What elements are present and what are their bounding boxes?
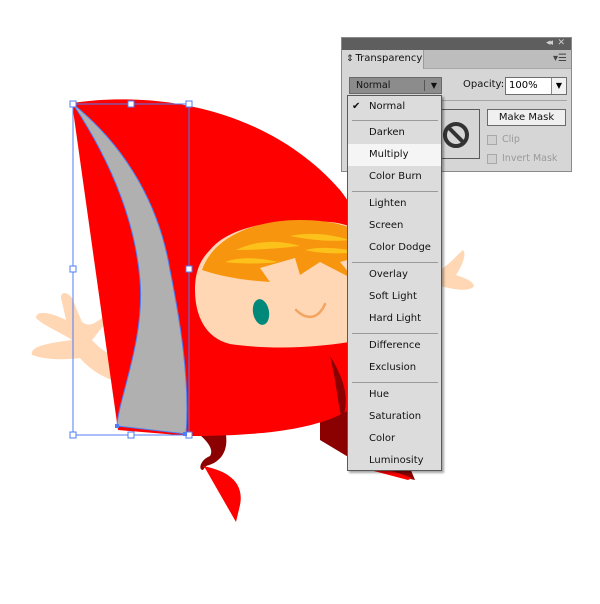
menu-item-color-burn[interactable]: Color Burn (348, 166, 441, 188)
menu-item-lighten[interactable]: Lighten (348, 193, 441, 215)
panel-tab-row: ⇕ Transparency ▾☰ (342, 50, 571, 69)
menu-item-hard-light[interactable]: Hard Light (348, 308, 441, 330)
tab-transparency[interactable]: ⇕ Transparency (342, 50, 424, 69)
blend-mode-menu: ✔ Normal Darken Multiply Color Burn Ligh… (347, 95, 442, 471)
anchor-point (115, 424, 119, 428)
clip-checkbox[interactable] (487, 135, 497, 145)
handle-bottom-left (69, 431, 77, 439)
updown-arrows-icon: ⇕ (346, 54, 354, 64)
handle-middle-right (185, 265, 193, 273)
blend-mode-value: Normal (356, 80, 391, 91)
handle-top-left (69, 100, 77, 108)
handle-top-center (127, 100, 135, 108)
checkmark-icon: ✔ (352, 101, 361, 112)
menu-item-soft-light[interactable]: Soft Light (348, 286, 441, 308)
handle-bottom-center (127, 431, 135, 439)
anchor-point (183, 432, 187, 436)
handle-top-right (185, 100, 193, 108)
menu-separator (352, 120, 438, 121)
menu-item-label: Hue (369, 389, 390, 400)
select-separator (424, 80, 425, 91)
blend-mode-select[interactable]: Normal ▼ (349, 77, 442, 94)
menu-item-label: Lighten (369, 198, 407, 209)
menu-item-screen[interactable]: Screen (348, 215, 441, 237)
menu-item-label: Darken (369, 127, 405, 138)
menu-item-label: Hard Light (369, 313, 422, 324)
menu-item-label: Color Burn (369, 171, 422, 182)
menu-item-darken[interactable]: Darken (348, 122, 441, 144)
menu-item-label: Screen (369, 220, 404, 231)
collapse-panel-icon[interactable]: ◂◂ (546, 37, 553, 49)
menu-separator (352, 382, 438, 383)
menu-item-label: Soft Light (369, 291, 417, 302)
menu-item-overlay[interactable]: Overlay (348, 264, 441, 286)
invert-mask-label: Invert Mask (502, 153, 558, 164)
opacity-label: Opacity: (463, 79, 505, 90)
panel-menu-icon[interactable]: ▾☰ (553, 51, 567, 67)
menu-item-label: Exclusion (369, 362, 417, 373)
close-panel-icon[interactable]: ✕ (557, 37, 565, 49)
menu-item-difference[interactable]: Difference (348, 335, 441, 357)
menu-item-color[interactable]: Color (348, 428, 441, 450)
no-mask-icon (443, 122, 469, 148)
clip-label: Clip (502, 134, 520, 145)
panel-titlebar[interactable]: ◂◂ ✕ (342, 38, 571, 50)
menu-item-exclusion[interactable]: Exclusion (348, 357, 441, 379)
opacity-value: 100% (509, 80, 538, 91)
right-hand (440, 250, 474, 290)
menu-item-label: Color (369, 433, 396, 444)
chevron-down-icon: ▼ (430, 81, 437, 90)
menu-item-saturation[interactable]: Saturation (348, 406, 441, 428)
menu-separator (352, 333, 438, 334)
menu-item-multiply[interactable]: Multiply (348, 144, 441, 166)
make-mask-button[interactable]: Make Mask (487, 109, 566, 126)
menu-separator (352, 191, 438, 192)
handle-middle-left (69, 265, 77, 273)
menu-item-label: Color Dodge (369, 242, 431, 253)
menu-separator (352, 262, 438, 263)
menu-item-label: Luminosity (369, 455, 424, 466)
menu-item-hue[interactable]: Hue (348, 384, 441, 406)
menu-item-label: Difference (369, 340, 421, 351)
menu-item-luminosity[interactable]: Luminosity (348, 450, 441, 472)
opacity-input[interactable]: 100% ▼ (505, 77, 567, 95)
menu-item-label: Overlay (369, 269, 408, 280)
menu-item-label: Multiply (369, 149, 409, 160)
invert-mask-checkbox[interactable] (487, 154, 497, 164)
menu-item-label: Normal (369, 101, 406, 112)
menu-item-color-dodge[interactable]: Color Dodge (348, 237, 441, 259)
tab-label: Transparency (355, 53, 423, 64)
opacity-dropdown-icon[interactable]: ▼ (551, 78, 566, 94)
mask-thumbnail[interactable] (438, 109, 480, 159)
menu-item-normal[interactable]: ✔ Normal (348, 96, 441, 118)
menu-item-label: Saturation (369, 411, 422, 422)
